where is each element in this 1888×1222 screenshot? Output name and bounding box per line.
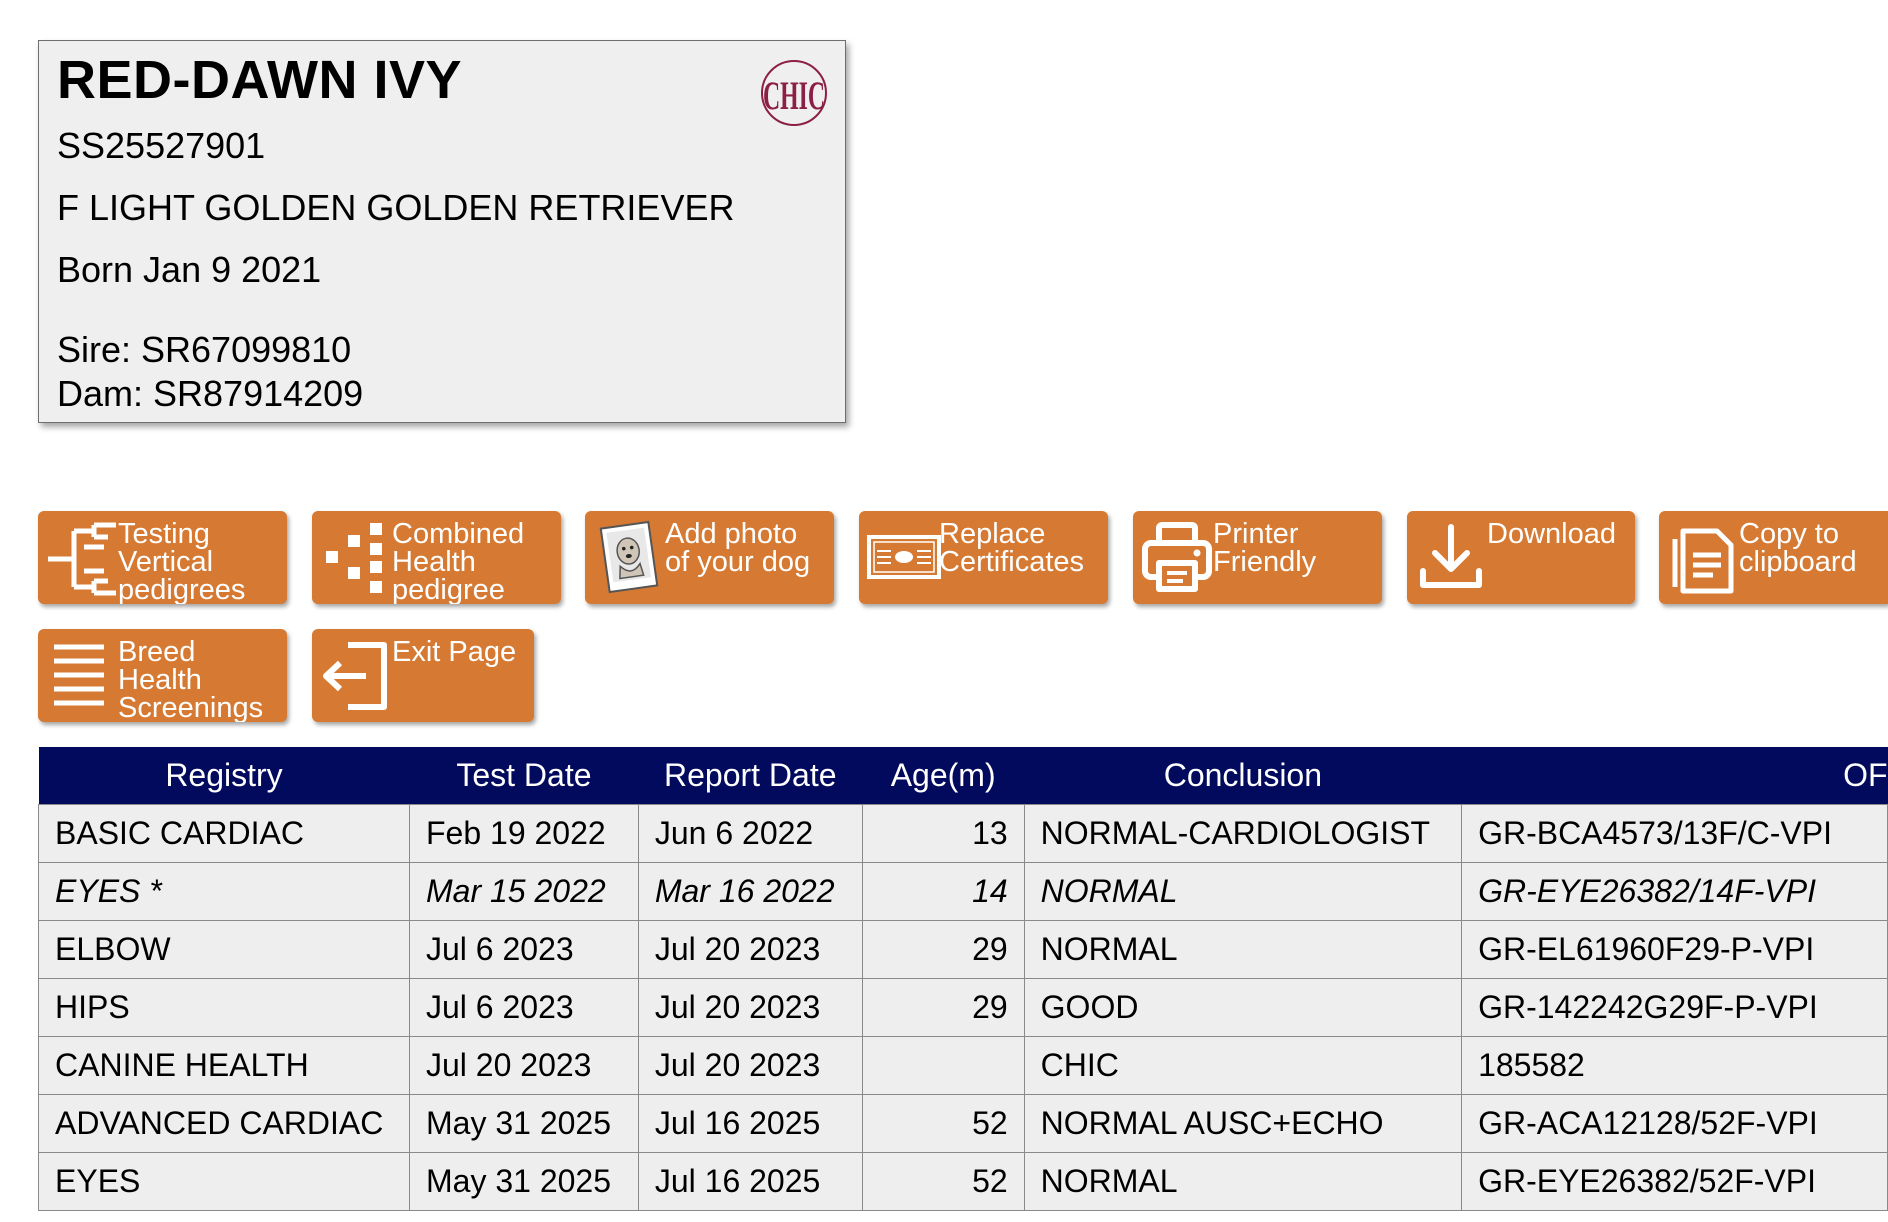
download-label: Download	[1487, 518, 1616, 550]
header-conclusion: Conclusion	[1024, 747, 1462, 805]
table-row: HIPS Jul 6 2023 Jul 20 2023 29 GOOD GR-142242…	[38, 978, 1888, 1037]
copy-to-clipboard-button[interactable]: Copy to clipboard	[1659, 511, 1888, 604]
conclusion-cell: NORMAL	[1023, 862, 1463, 921]
ofa-number-cell: 185582	[1461, 1036, 1888, 1095]
combined-health-pedigree-label: Combined Health pedigree	[392, 518, 525, 605]
age-cell: 14	[861, 862, 1025, 921]
dog-name: RED-DAWN IVY	[57, 50, 463, 110]
test-date-cell: Jul 20 2023	[408, 1036, 639, 1095]
report-date-cell: Jul 16 2025	[637, 1152, 863, 1211]
svg-text:CHIC: CHIC	[763, 73, 825, 118]
table-row: EYES * Mar 15 2022 Mar 16 2022 14 NORMAL GR-E…	[38, 862, 1888, 921]
test-date-cell: Jul 6 2023	[408, 920, 639, 979]
header-report-date: Report Date	[638, 747, 863, 805]
health-results-table: Registry Test Date Report Date Age(m) Co…	[38, 747, 1888, 1211]
header-ofa-number: OF	[1461, 747, 1888, 805]
age-cell: 13	[861, 804, 1025, 863]
test-date-cell: Feb 19 2022	[408, 804, 639, 863]
header-ofa-label: OF	[1843, 757, 1888, 793]
table-row: ADVANCED CARDIAC May 31 2025 Jul 16 2025 52…	[38, 1094, 1888, 1153]
registry-cell: HIPS	[38, 978, 410, 1037]
replace-certificates-label: Replace Certificates	[939, 518, 1085, 578]
conclusion-cell: GOOD	[1023, 978, 1463, 1037]
printer-icon	[1142, 522, 1212, 592]
breed-health-screenings-label: Breed Health Screenings	[118, 636, 264, 723]
table-row: ELBOW Jul 6 2023 Jul 20 2023 29 NORMAL GR-EL6…	[38, 920, 1888, 979]
add-photo-label: Add photo of your dog	[665, 518, 811, 578]
birth-date: Born Jan 9 2021	[57, 249, 322, 290]
list-icon	[54, 644, 104, 706]
dog-description: F LIGHT GOLDEN GOLDEN RETRIEVER	[57, 187, 735, 228]
registry-cell: EYES *	[38, 862, 410, 921]
table-header-row: Registry Test Date Report Date Age(m) Co…	[38, 747, 1888, 805]
registry-cell: BASIC CARDIAC	[38, 804, 410, 863]
copy-to-clipboard-label: Copy to clipboard	[1739, 518, 1857, 578]
conclusion-cell: NORMAL	[1023, 920, 1463, 979]
download-button[interactable]: Download	[1407, 511, 1635, 604]
conclusion-cell: NORMAL AUSC+ECHO	[1023, 1094, 1463, 1153]
chic-logo: CHIC	[761, 60, 827, 126]
ofa-number-cell: GR-EYE26382/14F-VPI	[1461, 862, 1888, 921]
printer-friendly-label: Printer Friendly	[1213, 518, 1317, 578]
header-registry: Registry	[38, 747, 410, 805]
age-cell: 52	[861, 1152, 1025, 1211]
report-date-cell: Jul 20 2023	[637, 978, 863, 1037]
ofa-number-cell: GR-EYE26382/52F-VPI	[1461, 1152, 1888, 1211]
exit-page-label: Exit Page	[392, 636, 517, 668]
report-date-cell: Mar 16 2022	[637, 862, 863, 921]
clipboard-icon	[1672, 528, 1734, 594]
add-photo-button[interactable]: Add photo of your dog	[585, 511, 834, 604]
sire: Sire: SR67099810	[57, 329, 352, 370]
test-date-cell: Mar 15 2022	[408, 862, 639, 921]
report-date-cell: Jul 20 2023	[637, 920, 863, 979]
conclusion-cell: NORMAL-CARDIOLOGIST	[1023, 804, 1463, 863]
printer-friendly-button[interactable]: Printer Friendly	[1133, 511, 1382, 604]
ofa-number-cell: GR-142242G29F-P-VPI	[1461, 978, 1888, 1037]
table-row: BASIC CARDIAC Feb 19 2022 Jun 6 2022 13 NORM…	[38, 804, 1888, 863]
report-date-cell: Jul 16 2025	[637, 1094, 863, 1153]
age-cell: 52	[861, 1094, 1025, 1153]
registry-cell: ELBOW	[38, 920, 410, 979]
dog-photo-icon	[599, 520, 659, 594]
ofa-number-cell: GR-EL61960F29-P-VPI	[1461, 920, 1888, 979]
ofa-number-cell: GR-ACA12128/52F-VPI	[1461, 1094, 1888, 1153]
download-icon	[1420, 524, 1482, 588]
testing-vertical-pedigrees-label: Testing Vertical pedigrees	[118, 518, 246, 605]
report-date-cell: Jun 6 2022	[637, 804, 863, 863]
conclusion-cell: CHIC	[1023, 1036, 1463, 1095]
test-date-cell: Jul 6 2023	[408, 978, 639, 1037]
report-date-cell: Jul 20 2023	[637, 1036, 863, 1095]
vertical-pedigree-icon	[48, 522, 116, 596]
exit-page-button[interactable]: Exit Page	[312, 629, 534, 722]
breed-health-screenings-button[interactable]: Breed Health Screenings	[38, 629, 287, 722]
registry-cell: ADVANCED CARDIAC	[38, 1094, 410, 1153]
table-row: EYES May 31 2025 Jul 16 2025 52 NORMAL GR-EYE…	[38, 1152, 1888, 1211]
age-cell	[861, 1036, 1025, 1095]
replace-certificates-button[interactable]: Replace Certificates	[859, 511, 1108, 604]
age-cell: 29	[861, 978, 1025, 1037]
test-date-cell: May 31 2025	[408, 1094, 639, 1153]
header-age: Age(m)	[862, 747, 1025, 805]
table-row: CANINE HEALTH Jul 20 2023 Jul 20 2023 CHIC 1…	[38, 1036, 1888, 1095]
combined-health-pedigree-button[interactable]: Combined Health pedigree	[312, 511, 561, 604]
dog-info-card: RED-DAWN IVY CHIC SS25527901 F LIGHT GOL…	[38, 40, 846, 423]
age-cell: 29	[861, 920, 1025, 979]
header-test-date: Test Date	[409, 747, 639, 805]
registry-cell: EYES	[38, 1152, 410, 1211]
exit-icon	[323, 642, 387, 710]
testing-vertical-pedigrees-button[interactable]: Testing Vertical pedigrees	[38, 511, 287, 604]
combined-pedigree-icon	[326, 523, 382, 593]
conclusion-cell: NORMAL	[1023, 1152, 1463, 1211]
registry-cell: CANINE HEALTH	[38, 1036, 410, 1095]
dam: Dam: SR87914209	[57, 373, 364, 414]
registration-number: SS25527901	[57, 125, 266, 166]
ofa-number-cell: GR-BCA4573/13F/C-VPI	[1461, 804, 1888, 863]
test-date-cell: May 31 2025	[408, 1152, 639, 1211]
certificate-icon	[867, 535, 941, 579]
